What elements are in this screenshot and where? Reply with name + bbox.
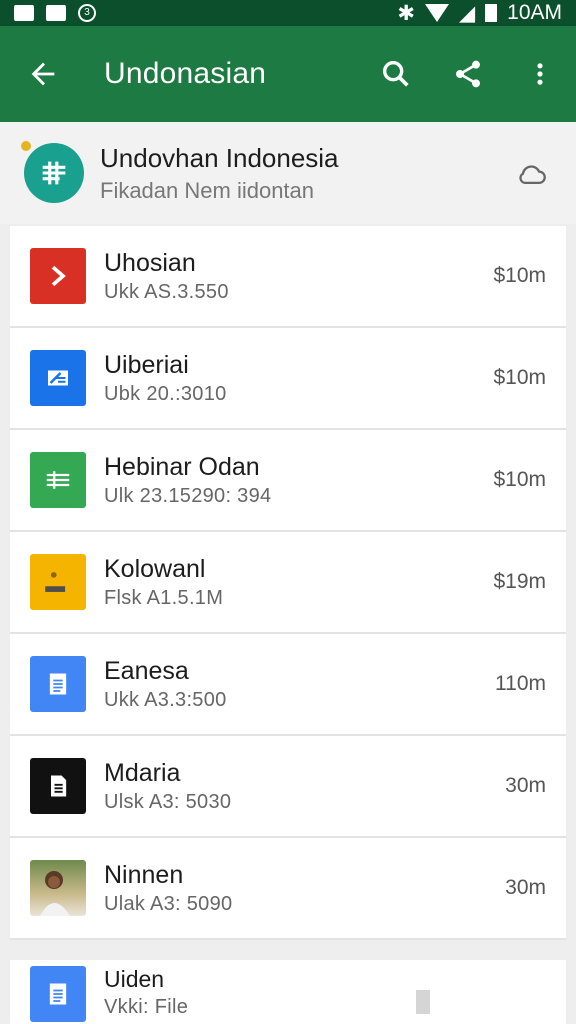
- file-meta: Ukk AS.3.550: [104, 280, 229, 303]
- folder-header: Undovhan Indonesia Fikadan Nem iidontan: [0, 122, 576, 224]
- file-name: Kolowanl: [104, 554, 206, 583]
- green-sheet-icon: [30, 452, 86, 508]
- file-size: 30m: [505, 876, 546, 899]
- bluetooth-icon: ✱: [397, 1, 415, 25]
- battery-icon: [485, 4, 498, 22]
- share-button[interactable]: [432, 26, 504, 122]
- file-meta: Ukk A3.3:500: [104, 688, 227, 711]
- list-item[interactable]: Eanesa Ukk A3.3:500 110m: [10, 634, 566, 736]
- folder-logo-icon: [21, 141, 84, 203]
- list-item[interactable]: Uhosian Ukk AS.3.550 $10m: [10, 226, 566, 328]
- blue-doc-icon: [30, 656, 86, 712]
- list-item[interactable]: Hebinar Odan Ulk 23.15290: 394 $10m: [10, 430, 566, 532]
- file-meta: Ubk 20.:3010: [104, 382, 227, 405]
- alert-icon: 3: [78, 4, 96, 22]
- blue-doc-icon: [30, 966, 86, 1022]
- back-arrow-icon: [31, 62, 55, 86]
- wifi-icon: [424, 4, 449, 22]
- file-name: Uhosian: [104, 248, 196, 277]
- file-name: Hebinar Odan: [104, 452, 260, 481]
- list-item[interactable]: Kolowanl Flsk A1.5.1M $19m: [10, 532, 566, 634]
- file-size: $10m: [493, 264, 546, 287]
- share-icon: [456, 60, 480, 88]
- signal-icon: ◢: [458, 1, 476, 25]
- list-item[interactable]: Ninnen Ulak A3: 5090 30m: [10, 838, 566, 940]
- file-size: $10m: [493, 366, 546, 389]
- app-bar: Undonasian: [0, 26, 576, 122]
- file-meta: Ulk 23.15290: 394: [104, 484, 272, 507]
- status-bar: 3 ✱ ◢ 10AM: [0, 0, 576, 26]
- file-meta: Flsk A1.5.1M: [104, 586, 224, 609]
- blue-doc-icon: [30, 350, 86, 406]
- file-size: 110m: [495, 672, 546, 695]
- file-size: 30m: [505, 774, 546, 797]
- image-notification-icon: [46, 5, 66, 21]
- list-item[interactable]: Uiberiai Ubk 20.:3010 $10m: [10, 328, 566, 430]
- more-vert-icon: [537, 63, 543, 85]
- scroll-indicator[interactable]: [416, 990, 430, 1014]
- folder-subtitle: Fikadan Nem iidontan: [100, 177, 315, 203]
- back-button[interactable]: [0, 26, 86, 122]
- file-name: Uiden: [104, 966, 165, 992]
- file-size: $19m: [493, 570, 546, 593]
- file-name: Uiberiai: [104, 350, 189, 379]
- search-icon: [382, 60, 409, 87]
- file-list: Uhosian Ukk AS.3.550 $10m Uiberiai Ubk 2…: [10, 226, 566, 940]
- list-item[interactable]: Mdaria Ulsk A3: 5030 30m: [10, 736, 566, 838]
- file-name: Eanesa: [104, 656, 189, 685]
- cloud-icon: [519, 165, 546, 185]
- search-button[interactable]: [360, 26, 432, 122]
- file-meta: Ulak A3: 5090: [104, 892, 233, 915]
- red-file-icon: [30, 248, 86, 304]
- clock: 10AM: [507, 1, 562, 24]
- file-meta: Vkki: File: [104, 996, 189, 1018]
- folder-title: Undovhan Indonesia: [100, 142, 339, 173]
- notification-icon: [14, 5, 34, 21]
- file-meta: Ulsk A3: 5030: [104, 790, 232, 813]
- black-doc-icon: [30, 758, 86, 814]
- cloud-button[interactable]: [512, 153, 552, 193]
- yellow-folder-icon: [30, 554, 86, 610]
- file-name: Mdaria: [104, 758, 181, 787]
- file-name: Ninnen: [104, 860, 184, 889]
- list-item[interactable]: Uiden Vkki: File: [10, 960, 566, 1024]
- file-size: $10m: [493, 468, 546, 491]
- page-title: Undonasian: [104, 57, 267, 90]
- photo-thumbnail-icon: [30, 860, 86, 916]
- more-options-button[interactable]: [504, 26, 576, 122]
